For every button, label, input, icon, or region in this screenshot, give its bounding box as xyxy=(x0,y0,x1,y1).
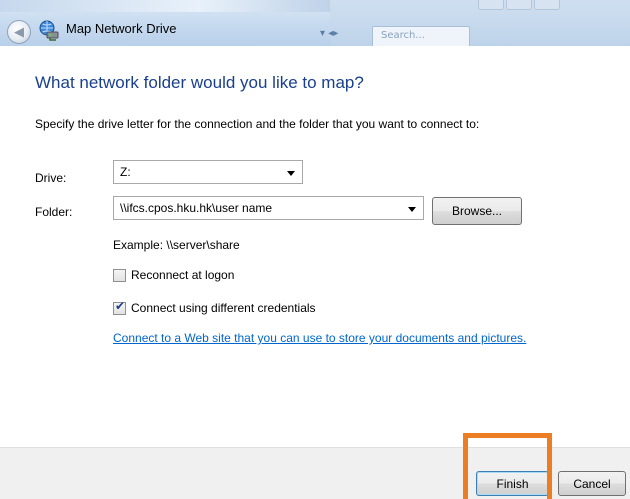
different-credentials-checkbox[interactable]: ✔ xyxy=(113,298,126,315)
back-button[interactable]: ◀ xyxy=(7,20,31,44)
background-search-box: Search... xyxy=(372,26,470,46)
folder-combobox-value: \\ifcs.cpos.hku.hk\user name xyxy=(120,201,273,215)
window-title: Map Network Drive xyxy=(66,21,177,36)
reconnect-label[interactable]: Reconnect at logon xyxy=(131,268,234,282)
title-bar: ▾ ◂▸ Search... ◀ Map Network Drive xyxy=(0,0,630,46)
checkmark-icon: ✔ xyxy=(115,298,126,313)
folder-combobox[interactable]: \\ifcs.cpos.hku.hk\user name xyxy=(113,196,424,220)
credentials-row[interactable]: ✔ Connect using different credentials xyxy=(113,298,316,315)
background-nav-arrows-icon: ▾ ◂▸ xyxy=(320,28,339,39)
drive-select-value: Z: xyxy=(120,165,131,179)
folder-dropdown-arrow-icon xyxy=(408,207,416,212)
drive-dropdown-arrow-icon xyxy=(287,171,295,176)
title-bar-glow xyxy=(0,0,360,12)
cancel-button[interactable]: Cancel xyxy=(558,471,626,496)
background-maximize-button xyxy=(506,0,532,10)
finish-highlight-box xyxy=(463,433,552,499)
background-search-placeholder: Search... xyxy=(381,30,425,41)
reconnect-checkbox[interactable] xyxy=(113,268,126,282)
instruction-text: Specify the drive letter for the connect… xyxy=(35,117,480,131)
background-close-button xyxy=(534,0,560,10)
folder-label: Folder: xyxy=(35,205,73,219)
web-site-link[interactable]: Connect to a Web site that you can use t… xyxy=(113,331,526,345)
background-minimize-button xyxy=(478,0,504,10)
different-credentials-label[interactable]: Connect using different credentials xyxy=(131,301,316,315)
drive-select[interactable]: Z: xyxy=(113,160,303,184)
browse-button[interactable]: Browse... xyxy=(432,197,522,225)
back-arrow-icon: ◀ xyxy=(14,24,24,40)
map-network-drive-icon xyxy=(39,20,59,41)
page-heading: What network folder would you like to ma… xyxy=(35,73,364,92)
drive-label: Drive: xyxy=(35,171,67,185)
example-text: Example: \\server\share xyxy=(113,238,240,252)
reconnect-row[interactable]: Reconnect at logon xyxy=(113,268,234,282)
